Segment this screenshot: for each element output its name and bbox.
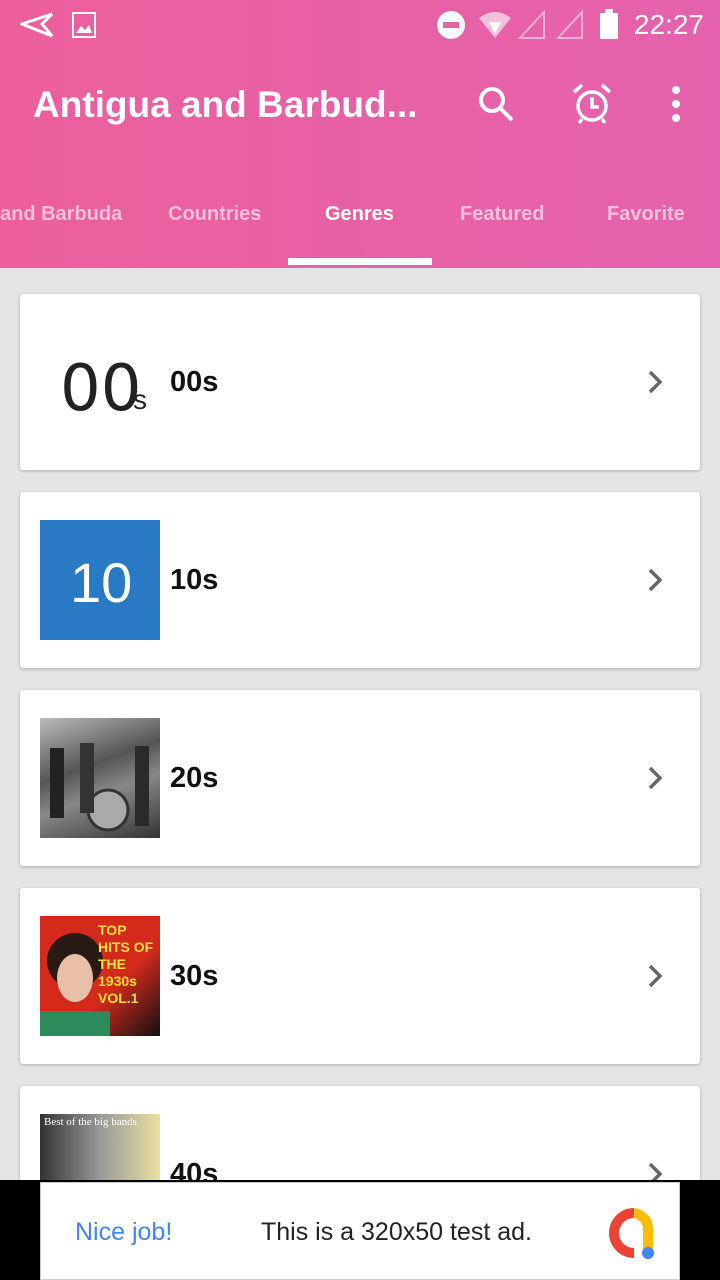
genre-label: 30s — [170, 960, 219, 992]
genre-label: 20s — [170, 762, 219, 794]
genre-card-00s[interactable]: 00 s 00s — [20, 294, 700, 470]
tab-favorite[interactable]: Favorite — [607, 203, 685, 226]
do-not-disturb-icon — [437, 11, 465, 39]
chevron-right-icon — [648, 370, 663, 394]
app-header: 22:27 Antigua and Barbud... and Barbuda … — [0, 0, 720, 268]
wifi-icon — [479, 12, 511, 38]
image-icon — [72, 12, 96, 38]
band-photo — [50, 743, 149, 832]
thumb-text: Best of the big bands — [44, 1116, 137, 1128]
ad-body: This is a 320x50 test ad. — [261, 1218, 532, 1246]
genre-card-30s[interactable]: TOP HITS OF THE 1930s VOL.1 30s — [20, 888, 700, 1064]
thumb-text: 00 — [60, 352, 142, 426]
signal-icon — [518, 10, 545, 39]
ad-banner[interactable]: Nice job! This is a 320x50 test ad. — [0, 1180, 720, 1280]
genre-label: 00s — [170, 366, 219, 398]
alarm-icon[interactable] — [570, 82, 614, 126]
battery-icon — [600, 9, 618, 39]
more-vert-icon[interactable] — [654, 82, 698, 126]
thumb-text: 10 — [70, 551, 133, 614]
clock: 22:27 — [633, 9, 704, 40]
genre-label: 10s — [170, 564, 219, 596]
ad-content[interactable]: Nice job! This is a 320x50 test ad. — [40, 1182, 680, 1280]
send-icon — [20, 12, 54, 38]
tab-indicator — [288, 258, 432, 265]
genre-card-10s[interactable]: 10 10s — [20, 492, 700, 668]
genre-card-20s[interactable]: 20s — [20, 690, 700, 866]
tab-countries[interactable]: Countries — [168, 203, 261, 226]
admob-logo-icon — [609, 1208, 654, 1259]
chevron-right-icon — [648, 766, 663, 790]
status-bar: 22:27 — [0, 0, 720, 50]
signal-icon — [556, 10, 583, 39]
genre-thumbnail: 00 s — [40, 322, 160, 442]
page-title: Antigua and Barbud... — [33, 84, 418, 125]
chevron-right-icon — [648, 568, 663, 592]
chevron-right-icon — [648, 964, 663, 988]
genre-thumbnail: 10 — [40, 520, 160, 640]
genre-thumbnail — [40, 718, 160, 838]
thumb-subtext: s — [133, 384, 147, 415]
genre-thumbnail: TOP HITS OF THE 1930s VOL.1 — [40, 916, 160, 1036]
tab-genres[interactable]: Genres — [325, 203, 394, 226]
tab-featured[interactable]: Featured — [460, 203, 544, 226]
ad-headline[interactable]: Nice job! — [75, 1218, 172, 1247]
search-icon[interactable] — [474, 82, 518, 126]
tab-antigua-and-barbuda[interactable]: and Barbuda — [0, 203, 122, 226]
thumb-text: TOP HITS OF THE 1930s VOL.1 — [98, 922, 154, 1006]
